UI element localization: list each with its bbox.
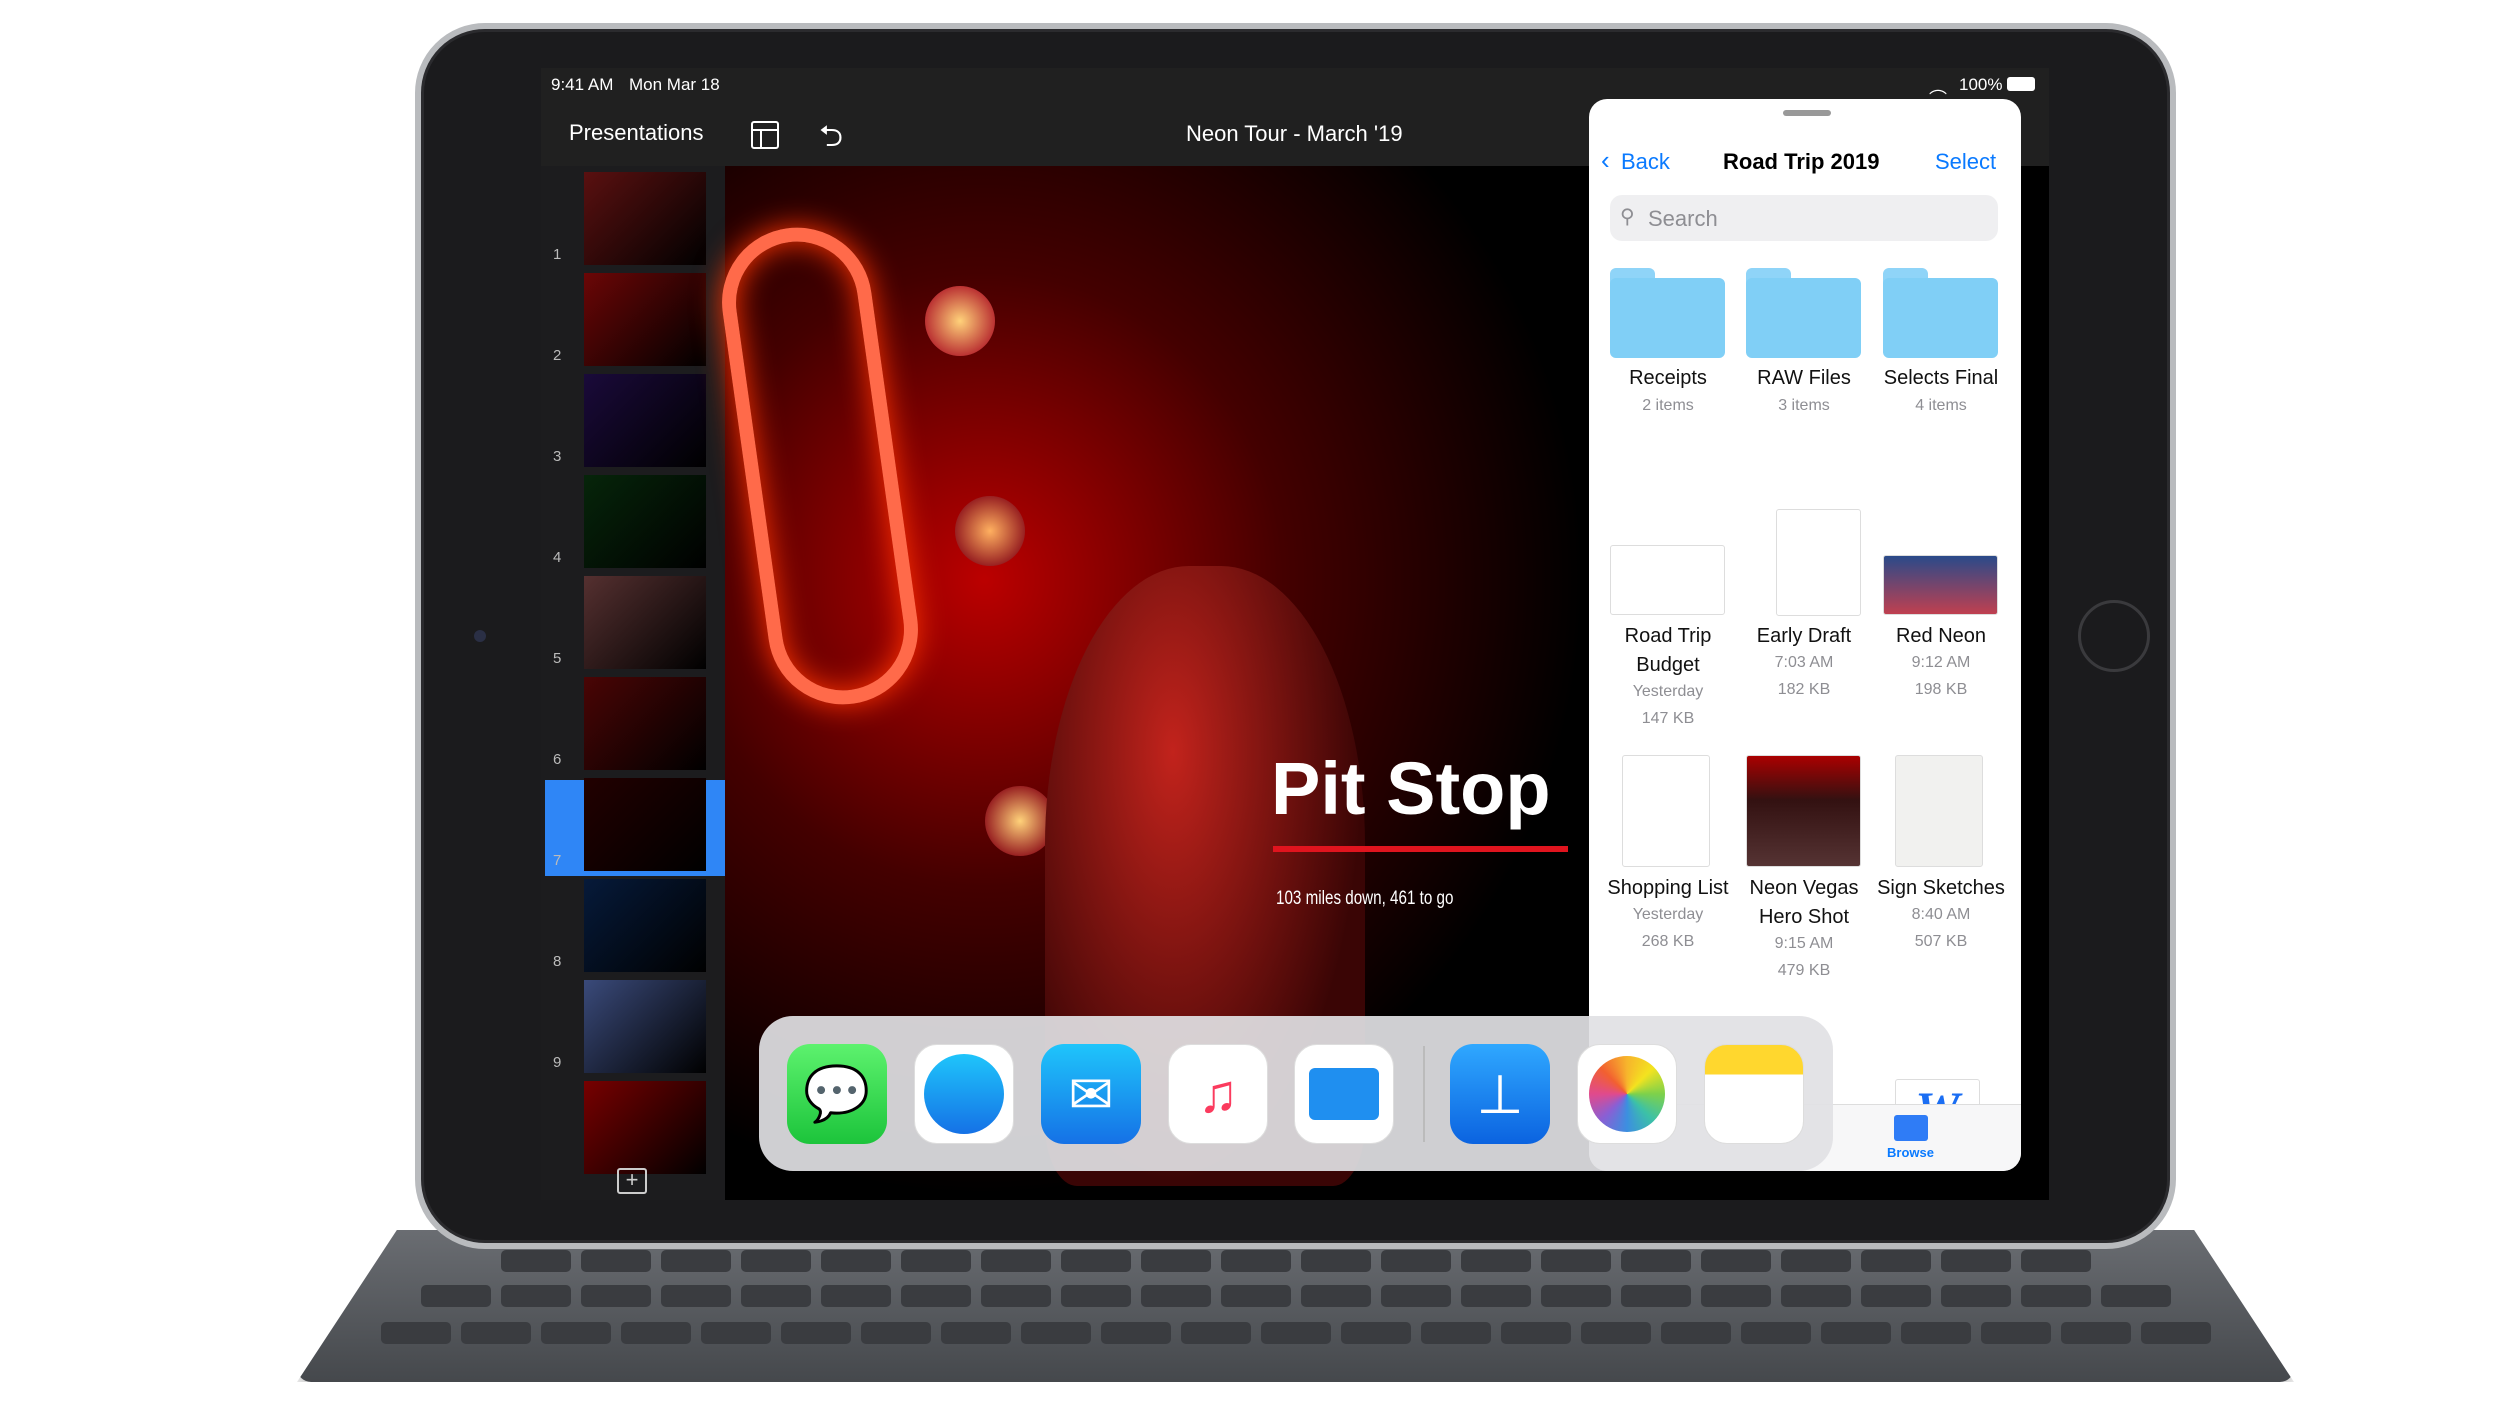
slide-thumbnail[interactable] (584, 374, 706, 467)
folder-name[interactable]: RAW Files (1734, 367, 1874, 390)
chevron-left-icon[interactable]: ‹ (1601, 145, 1610, 176)
status-date: Mon Mar 18 (629, 75, 720, 94)
slide-number: 7 (553, 852, 562, 869)
slide-subtitle: 103 miles down, 461 to go (1276, 888, 1454, 909)
battery-percent: 100% (1959, 75, 2003, 94)
file-size: 268 KB (1641, 933, 1695, 950)
file-date: 9:12 AM (1911, 654, 1971, 671)
slide-thumbnail[interactable] (584, 879, 706, 972)
safari-app-icon[interactable] (914, 1044, 1014, 1144)
photos-app-icon[interactable] (1577, 1044, 1677, 1144)
slide-number: 6 (553, 751, 562, 768)
file-name-line2[interactable]: Budget (1598, 654, 1738, 677)
folder-name[interactable]: Selects Final (1871, 367, 2011, 390)
search-input[interactable]: ⚲ Search (1610, 195, 1998, 241)
search-placeholder: Search (1648, 206, 1718, 231)
music-app-icon[interactable]: ♫ (1168, 1044, 1268, 1144)
slide-title: Pit Stop (1271, 747, 1551, 830)
file-thumbnail[interactable] (1895, 755, 1983, 867)
files-panel: ‹ Back Road Trip 2019 Select ⚲ Search Re… (1589, 99, 2021, 1171)
slide-thumbnail[interactable] (584, 273, 706, 366)
bulb (955, 496, 1025, 566)
slide-thumbnail[interactable] (584, 980, 706, 1073)
file-date: Yesterday (1632, 683, 1704, 700)
folder-item-count: 2 items (1642, 397, 1694, 414)
folder-title: Road Trip 2019 (1723, 149, 1880, 174)
battery-icon (2007, 77, 2035, 91)
file-size: 198 KB (1914, 681, 1968, 698)
undo-icon[interactable]: ⮌ (819, 114, 843, 165)
slide-number: 1 (553, 246, 562, 263)
slide-number: 4 (553, 549, 562, 566)
folder-icon[interactable] (1883, 268, 1998, 358)
file-name-line2[interactable]: Hero Shot (1734, 906, 1874, 929)
slide-number: 5 (553, 650, 562, 667)
camera (474, 630, 486, 642)
mail-app-icon[interactable]: ✉ (1041, 1044, 1141, 1144)
slide-number: 8 (553, 953, 562, 970)
search-icon: ⚲ (1620, 206, 1635, 228)
select-button[interactable]: Select (1935, 149, 1996, 175)
slide-thumbnail[interactable] (584, 172, 706, 265)
file-name[interactable]: Neon Vegas (1734, 877, 1874, 900)
slide-thumbnail[interactable] (584, 475, 706, 568)
file-thumbnail[interactable] (1746, 755, 1861, 867)
file-thumbnail[interactable] (1610, 545, 1725, 615)
slide-number: 9 (553, 1054, 562, 1071)
folder-name[interactable]: Receipts (1598, 367, 1738, 390)
folder-icon[interactable] (1746, 268, 1861, 358)
sidebar-toggle-icon[interactable] (751, 121, 779, 149)
file-name[interactable]: Shopping List (1598, 877, 1738, 900)
presentations-button[interactable]: Presentations (569, 120, 704, 146)
file-thumbnail[interactable] (1622, 755, 1710, 867)
file-size: 507 KB (1914, 933, 1968, 950)
dock: 💬 ✉ ♫ ⊥ (759, 1016, 1833, 1171)
folder-icon (1894, 1115, 1928, 1141)
wifi-icon: ︵ (1929, 77, 1947, 97)
neon-sign (712, 217, 928, 715)
dock-divider (1423, 1046, 1425, 1142)
title-underline (1273, 846, 1568, 852)
file-date: 7:03 AM (1774, 654, 1834, 671)
slide-navigator: 1 2 3 4 5 6 7 8 9 + (541, 166, 725, 1200)
folder-item-count: 3 items (1778, 397, 1830, 414)
file-size: 147 KB (1641, 710, 1695, 727)
file-name[interactable]: Road Trip (1598, 625, 1738, 648)
notes-app-icon[interactable] (1704, 1044, 1804, 1144)
files-app-icon[interactable] (1294, 1044, 1394, 1144)
grabber-handle[interactable] (1783, 110, 1831, 116)
slide-thumbnail[interactable] (584, 1081, 706, 1174)
screen: 9:41 AM Mon Mar 18 ︵ 100% Presentations … (541, 68, 2049, 1200)
add-slide-button[interactable]: + (617, 1168, 647, 1194)
slide-thumbnail[interactable] (584, 778, 706, 871)
tab-browse[interactable]: Browse (1887, 1145, 1934, 1160)
file-size: 479 KB (1777, 962, 1831, 979)
slide-thumbnail[interactable] (584, 677, 706, 770)
file-name[interactable]: Early Draft (1734, 625, 1874, 648)
folder-item-count: 4 items (1915, 397, 1967, 414)
file-date: 8:40 AM (1911, 906, 1971, 923)
home-button[interactable] (2078, 600, 2150, 672)
folder-icon[interactable] (1610, 268, 1725, 358)
file-size: 182 KB (1777, 681, 1831, 698)
slide-thumbnail[interactable] (584, 576, 706, 669)
status-bar: 9:41 AM Mon Mar 18 ︵ 100% (541, 68, 2049, 100)
file-name[interactable]: Red Neon (1871, 625, 2011, 648)
status-time: 9:41 AM (551, 75, 614, 94)
slide-number: 3 (553, 448, 562, 465)
file-date: Yesterday (1632, 906, 1704, 923)
file-thumbnail[interactable] (1883, 555, 1998, 615)
bulb (925, 286, 995, 356)
back-button[interactable]: Back (1621, 149, 1670, 175)
messages-app-icon[interactable]: 💬 (787, 1044, 887, 1144)
file-name[interactable]: Sign Sketches (1871, 877, 2011, 900)
slide-number: 2 (553, 347, 562, 364)
file-date: 9:15 AM (1774, 935, 1834, 952)
file-thumbnail[interactable] (1776, 509, 1861, 616)
keynote-app-icon[interactable]: ⊥ (1450, 1044, 1550, 1144)
smart-keyboard (297, 1230, 2294, 1382)
document-title: Neon Tour - March '19 (1186, 121, 1403, 146)
